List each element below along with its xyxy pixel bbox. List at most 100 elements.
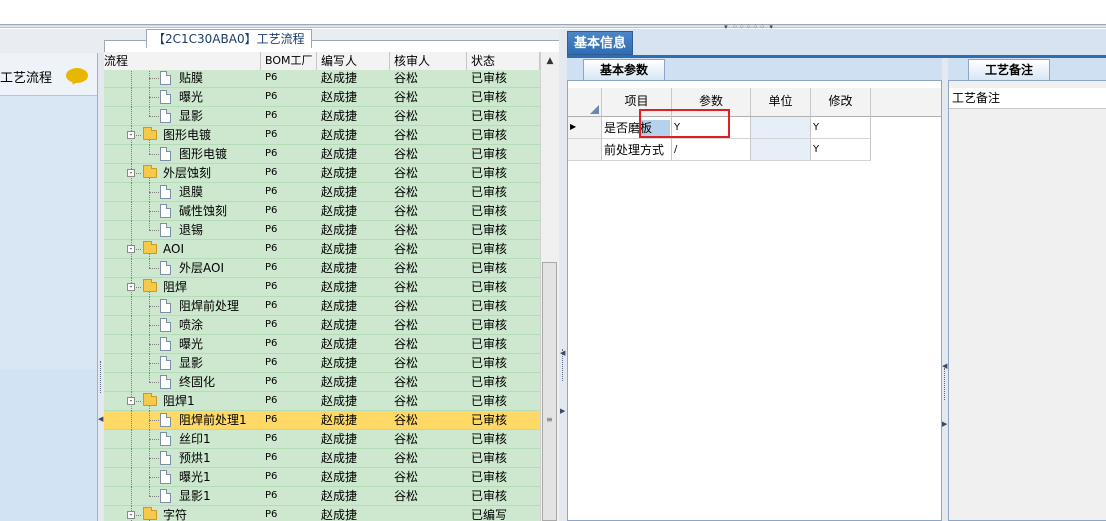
- collapse-toggle-icon[interactable]: -: [127, 511, 135, 519]
- tree-line: [149, 107, 150, 116]
- tree-row[interactable]: - 阻焊 P6 赵成捷 谷松 已审核: [104, 278, 540, 297]
- tree-row[interactable]: 显影1 P6 赵成捷 谷松 已审核: [104, 487, 540, 506]
- document-icon: [160, 337, 171, 351]
- param-modify-cell[interactable]: Y: [811, 139, 871, 161]
- column-header-status[interactable]: 状态: [467, 52, 540, 70]
- tree-row[interactable]: 图形电镀 P6 赵成捷 谷松 已审核: [104, 145, 540, 164]
- tree-row[interactable]: 预烘1 P6 赵成捷 谷松 已审核: [104, 449, 540, 468]
- status-cell: 已审核: [471, 394, 508, 408]
- param-unit-cell[interactable]: [751, 139, 811, 161]
- tree-row[interactable]: 曝光1 P6 赵成捷 谷松 已审核: [104, 468, 540, 487]
- status-cell: 已审核: [471, 337, 508, 351]
- collapse-arrow-icon[interactable]: ◀: [98, 415, 103, 423]
- bom-factory-cell: P6: [265, 91, 278, 102]
- tree-line: [149, 70, 150, 88]
- notes-header-label: 工艺备注: [952, 91, 1001, 105]
- document-icon: [160, 223, 171, 237]
- param-item-cell[interactable]: 前处理方式: [602, 139, 672, 161]
- tab-process-notes[interactable]: 工艺备注: [968, 59, 1050, 80]
- reviewer-cell: 谷松: [394, 375, 419, 389]
- scroll-up-arrow-icon[interactable]: ▲: [541, 54, 559, 68]
- tree-row[interactable]: 曝光 P6 赵成捷 谷松 已审核: [104, 335, 540, 354]
- collapse-toggle-icon[interactable]: -: [127, 397, 135, 405]
- tree-row[interactable]: 外层AOI P6 赵成捷 谷松 已审核: [104, 259, 540, 278]
- tree-row[interactable]: - AOI P6 赵成捷 谷松 已审核: [104, 240, 540, 259]
- tree-line: [149, 363, 159, 364]
- collapse-arrow-icon[interactable]: ◀: [560, 349, 565, 357]
- splitter-grip[interactable]: [944, 368, 947, 400]
- tab-basic-info[interactable]: 基本信息: [567, 31, 633, 55]
- tree-row[interactable]: 终固化 P6 赵成捷 谷松 已审核: [104, 373, 540, 392]
- document-icon: [160, 185, 171, 199]
- editor-cell: 赵成捷: [321, 185, 358, 199]
- tree-row[interactable]: 贴膜 P6 赵成捷 谷松 已审核: [104, 70, 540, 88]
- reviewer-cell: 谷松: [394, 242, 419, 256]
- scrollbar-thumb[interactable]: ≡: [542, 262, 557, 521]
- editor-cell: 赵成捷: [321, 394, 358, 408]
- document-icon: [160, 318, 171, 332]
- params-corner-cell: [568, 88, 602, 117]
- params-header-unit[interactable]: 单位: [751, 88, 811, 117]
- document-icon: [160, 489, 171, 503]
- params-header-modify[interactable]: 修改: [811, 88, 871, 117]
- editor-cell: 赵成捷: [321, 147, 358, 161]
- collapse-arrow-icon[interactable]: ◀: [942, 362, 947, 370]
- param-modify-cell[interactable]: Y: [811, 117, 871, 139]
- collapse-toggle-icon[interactable]: -: [127, 131, 135, 139]
- collapse-toggle-icon[interactable]: -: [127, 245, 135, 253]
- reviewer-cell: 谷松: [394, 394, 419, 408]
- column-header-process[interactable]: 流程: [104, 52, 261, 70]
- bom-factory-cell: P6: [265, 414, 278, 425]
- tree-row[interactable]: 丝印1 P6 赵成捷 谷松 已审核: [104, 430, 540, 449]
- editor-cell: 赵成捷: [321, 261, 358, 275]
- tree-line: [131, 107, 132, 126]
- folder-icon: [143, 165, 157, 178]
- tree-row[interactable]: - 图形电镀 P6 赵成捷 谷松 已审核: [104, 126, 540, 145]
- bom-factory-cell: P6: [265, 167, 278, 178]
- tree-row[interactable]: 显影 P6 赵成捷 谷松 已审核: [104, 107, 540, 126]
- row-indicator[interactable]: ▶: [568, 117, 602, 139]
- param-unit-cell[interactable]: [751, 117, 811, 139]
- tree-row[interactable]: 碱性蚀刻 P6 赵成捷 谷松 已审核: [104, 202, 540, 221]
- tree-row[interactable]: 退锡 P6 赵成捷 谷松 已审核: [104, 221, 540, 240]
- param-value-cell[interactable]: /: [672, 139, 751, 161]
- tree-row[interactable]: 阻焊前处理 P6 赵成捷 谷松 已审核: [104, 297, 540, 316]
- tree-row[interactable]: 阻焊前处理1 P6 赵成捷 谷松 已审核: [104, 411, 540, 430]
- tree-line: [149, 306, 159, 307]
- document-icon: [160, 356, 171, 370]
- horizontal-splitter[interactable]: [0, 24, 1106, 28]
- collapse-toggle-icon[interactable]: -: [127, 169, 135, 177]
- editor-cell: 赵成捷: [321, 432, 358, 446]
- expand-arrow-icon[interactable]: ▶: [560, 407, 565, 415]
- column-header-reviewer[interactable]: 核审人: [390, 52, 467, 70]
- process-grid-scrollbar[interactable]: ▲ ≡: [540, 52, 559, 521]
- nav-item-process-flow[interactable]: 工艺流程: [0, 53, 97, 96]
- tree-row[interactable]: 曝光 P6 赵成捷 谷松 已审核: [104, 88, 540, 107]
- splitter-grip[interactable]: [100, 361, 103, 393]
- tree-row[interactable]: - 字符 P6 赵成捷 已编写: [104, 506, 540, 521]
- tree-row[interactable]: 显影 P6 赵成捷 谷松 已审核: [104, 354, 540, 373]
- document-icon: [160, 204, 171, 218]
- editor-cell: 赵成捷: [321, 375, 358, 389]
- status-cell: 已编写: [471, 508, 508, 521]
- editor-cell: 赵成捷: [321, 280, 358, 294]
- column-header-bom[interactable]: BOM工厂: [261, 52, 317, 70]
- tree-line: [149, 458, 159, 459]
- reviewer-cell: 谷松: [394, 432, 419, 446]
- tree-row[interactable]: - 阻焊1 P6 赵成捷 谷松 已审核: [104, 392, 540, 411]
- tree-line: [149, 221, 150, 230]
- tab-basic-params[interactable]: 基本参数: [583, 59, 665, 80]
- tree-row[interactable]: 喷涂 P6 赵成捷 谷松 已审核: [104, 316, 540, 335]
- tree-row[interactable]: 退膜 P6 赵成捷 谷松 已审核: [104, 183, 540, 202]
- tree-row[interactable]: - 外层蚀刻 P6 赵成捷 谷松 已审核: [104, 164, 540, 183]
- middle-vertical-splitter[interactable]: ◀ ▶: [559, 29, 567, 521]
- editor-cell: 赵成捷: [321, 508, 358, 521]
- editor-cell: 赵成捷: [321, 242, 358, 256]
- row-indicator[interactable]: [568, 139, 602, 161]
- tree-line: [149, 230, 159, 231]
- document-icon: [160, 451, 171, 465]
- tree-line: [149, 268, 159, 269]
- collapse-toggle-icon[interactable]: -: [127, 283, 135, 291]
- expand-arrow-icon[interactable]: ▶: [942, 420, 947, 428]
- column-header-editor[interactable]: 编写人: [317, 52, 390, 70]
